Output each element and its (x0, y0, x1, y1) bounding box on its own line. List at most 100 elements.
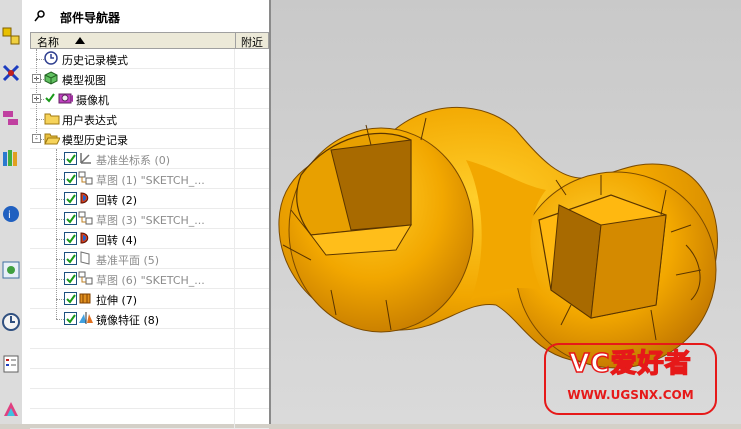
watermark-text: VC爱好者 (569, 348, 692, 380)
column-divider (234, 129, 235, 149)
tree-item-label: 基准平面 (5) (96, 254, 160, 267)
column-header: 名称 附近 (30, 32, 269, 49)
part-navigator-icon[interactable] (0, 104, 22, 132)
visibility-checkbox[interactable] (44, 92, 55, 103)
folder-icon (44, 111, 60, 128)
tree-guide-line (56, 149, 57, 319)
cube-view-icon (44, 71, 58, 88)
navigator-title-bar: 部件导航器 (22, 0, 269, 32)
camera-icon (58, 91, 74, 108)
tree-row[interactable]: 草图 (1) "SKETCH_... (30, 169, 269, 189)
tree-connector-line (56, 159, 64, 160)
constraint-navigator-icon[interactable] (0, 60, 22, 88)
watermark: VC爱好者 WWW.UGSNX.COM (544, 343, 717, 415)
tree-item-label: 草图 (6) "SKETCH_... (96, 274, 205, 287)
column-divider (234, 49, 235, 69)
column-divider (234, 89, 235, 109)
tree-row[interactable]: + 摄像机 (30, 89, 269, 109)
tree-row[interactable]: 基准坐标系 (0) (30, 149, 269, 169)
extrude-icon (78, 291, 92, 308)
visibility-checkbox[interactable] (64, 232, 77, 245)
web-browser-icon[interactable]: i (0, 200, 22, 228)
column-divider (234, 109, 235, 129)
revolved-body[interactable] (278, 107, 718, 369)
tree-connector-line (56, 299, 64, 300)
tree-row[interactable]: 回转 (4) (30, 229, 269, 249)
assembly-navigator-icon[interactable] (0, 22, 22, 50)
column-divider (234, 169, 235, 189)
visibility-checkbox[interactable] (64, 272, 77, 285)
system-materials-icon[interactable] (0, 308, 22, 336)
part-navigator-panel: 部件导航器 名称 附近 历史记录模式 + 模型视图 + 摄像机用户表达式 - 模型历史记录基… (22, 0, 271, 429)
empty-row (30, 389, 269, 409)
tree-connector-line (56, 199, 64, 200)
sort-ascending-icon (75, 37, 85, 44)
column-divider[interactable] (235, 33, 236, 48)
column-divider (234, 289, 235, 309)
tree-row[interactable]: 镜像特征 (8) (30, 309, 269, 329)
tree-row[interactable]: + 模型视图 (30, 69, 269, 89)
graphics-viewport[interactable]: VC爱好者 WWW.UGSNX.COM (271, 0, 741, 424)
visibility-checkbox[interactable] (64, 172, 77, 185)
feature-tree: 历史记录模式 + 模型视图 + 摄像机用户表达式 - 模型历史记录基准坐标系 (0) 草图 (… (30, 49, 269, 429)
tree-connector-line (56, 279, 64, 280)
mirror-icon (78, 311, 94, 328)
attach-column-header[interactable]: 附近 (241, 34, 263, 50)
empty-row (30, 409, 269, 429)
column-divider (234, 309, 235, 329)
svg-text:i: i (8, 210, 11, 221)
tree-row[interactable]: 历史记录模式 (30, 49, 269, 69)
pin-icon[interactable] (34, 10, 46, 25)
visibility-checkbox[interactable] (64, 212, 77, 225)
tree-connector-line (36, 119, 44, 120)
tree-item-label: 草图 (3) "SKETCH_... (96, 214, 205, 227)
tree-row[interactable]: 草图 (3) "SKETCH_... (30, 209, 269, 229)
tree-row[interactable]: 拉伸 (7) (30, 289, 269, 309)
column-divider (234, 329, 235, 349)
column-divider (234, 349, 235, 369)
tree-item-label: 回转 (4) (96, 234, 138, 247)
revolve-icon (78, 231, 92, 248)
resource-bar: i (0, 0, 23, 424)
datum-csys-icon (78, 151, 92, 168)
tree-item-label: 基准坐标系 (0) (96, 154, 171, 167)
name-column-header[interactable]: 名称 (37, 34, 59, 50)
visibility-checkbox[interactable] (64, 192, 77, 205)
tree-row[interactable]: 草图 (6) "SKETCH_... (30, 269, 269, 289)
datum-plane-icon (78, 251, 92, 268)
tree-item-label: 模型历史记录 (62, 134, 128, 147)
tree-item-label: 摄像机 (76, 94, 109, 107)
folder-open-icon (44, 131, 61, 148)
column-divider (234, 409, 235, 429)
empty-row (30, 369, 269, 389)
tree-item-label: 拉伸 (7) (96, 294, 138, 307)
tree-item-label: 草图 (1) "SKETCH_... (96, 174, 205, 187)
tree-connector-line (56, 179, 64, 180)
column-divider (234, 209, 235, 229)
reuse-library-icon[interactable] (0, 144, 22, 172)
column-divider (234, 369, 235, 389)
tree-row[interactable]: 基准平面 (5) (30, 249, 269, 269)
column-divider (234, 189, 235, 209)
tree-item-label: 模型视图 (62, 74, 106, 87)
tree-row[interactable]: 用户表达式 (30, 109, 269, 129)
tree-row[interactable]: - 模型历史记录 (30, 129, 269, 149)
column-divider (234, 249, 235, 269)
tree-connector-line (56, 319, 64, 320)
visibility-checkbox[interactable] (64, 252, 77, 265)
clock-icon (44, 51, 58, 68)
visibility-checkbox[interactable] (64, 312, 77, 325)
column-divider (234, 69, 235, 89)
process-studio-icon[interactable] (0, 350, 22, 378)
empty-row (30, 329, 269, 349)
visibility-checkbox[interactable] (64, 152, 77, 165)
sketch-icon (78, 211, 94, 228)
revolve-icon (78, 191, 92, 208)
tree-item-label: 用户表达式 (62, 114, 117, 127)
tree-connector-line (56, 259, 64, 260)
empty-row (30, 349, 269, 369)
visibility-checkbox[interactable] (64, 292, 77, 305)
tree-row[interactable]: 回转 (2) (30, 189, 269, 209)
roles-icon[interactable] (0, 394, 22, 422)
history-icon[interactable] (0, 256, 22, 284)
